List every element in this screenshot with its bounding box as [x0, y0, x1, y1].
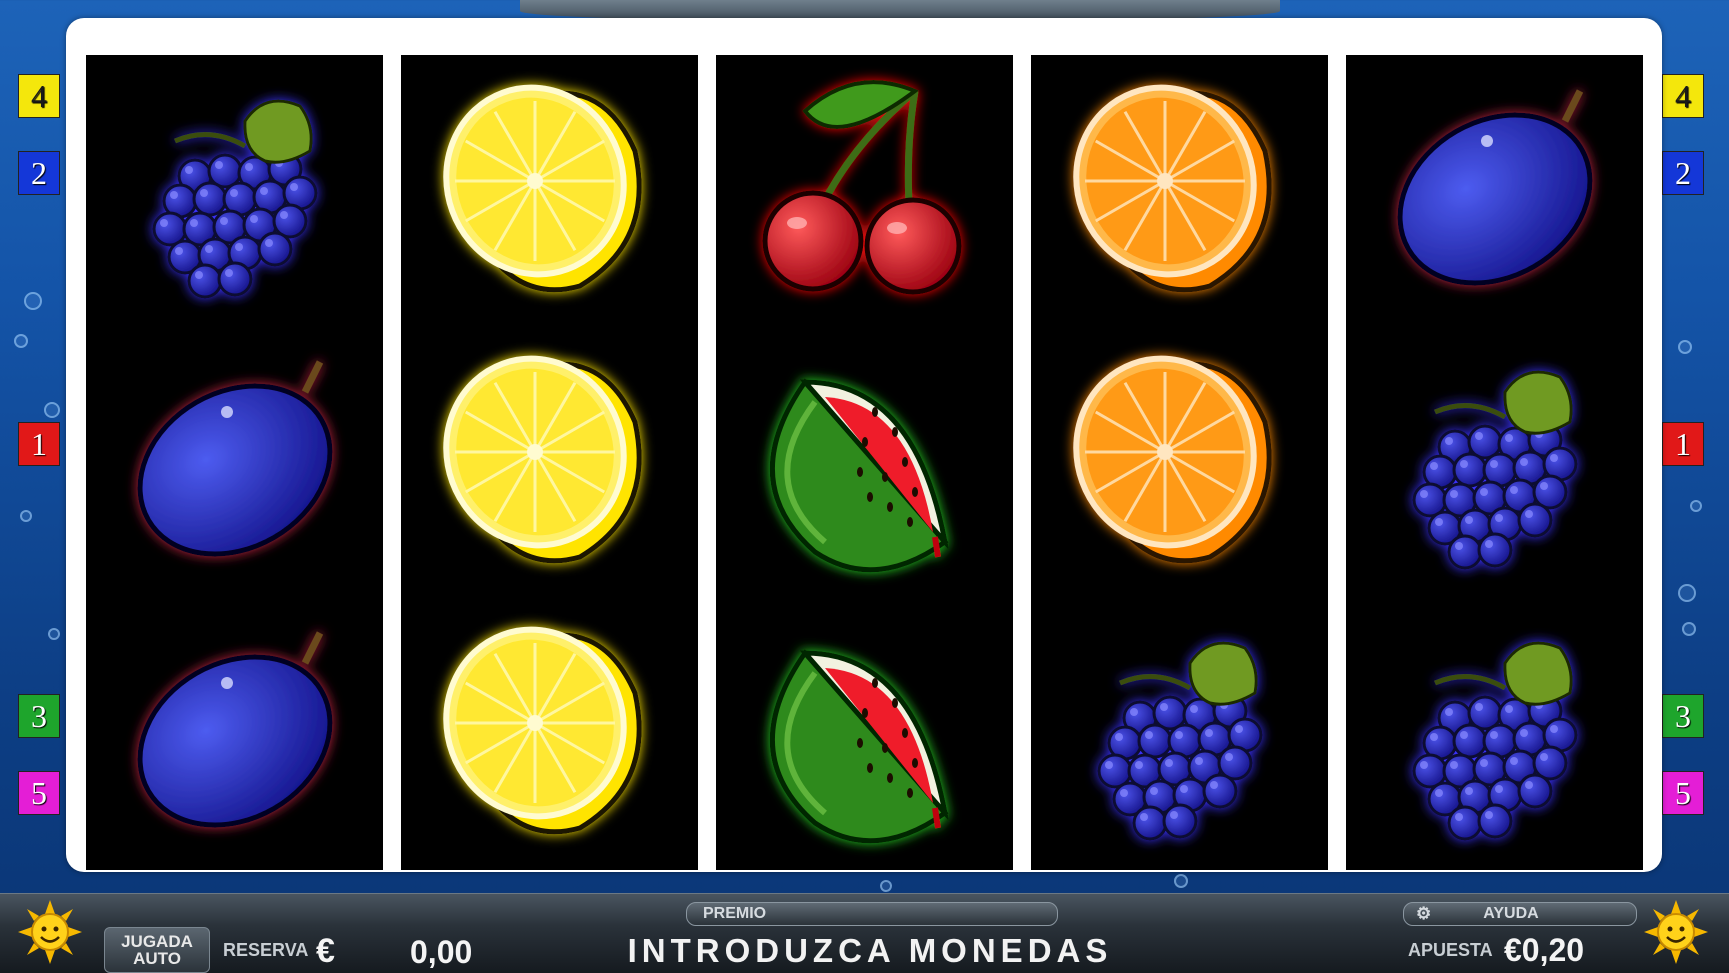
- lemon-symbol-icon: [442, 84, 642, 292]
- reel-5-row-2: [1346, 326, 1643, 597]
- reel-1-row-1: [86, 55, 383, 326]
- reel-frame: [66, 18, 1662, 872]
- reel-2-row-2: [401, 326, 698, 597]
- reserve-label: RESERVA: [223, 940, 309, 960]
- auto-play-label-line2: AUTO: [133, 949, 181, 968]
- reel-3: [716, 55, 1013, 870]
- payline-indicator-left[interactable]: 3: [18, 694, 60, 738]
- payline-indicator-right[interactable]: 1: [1662, 422, 1704, 466]
- payline-indicator-left[interactable]: 1: [18, 422, 60, 466]
- payline-indicator-left[interactable]: 2: [18, 151, 60, 195]
- reel-2-row-1: [401, 55, 698, 326]
- premio-label: PREMIO: [703, 905, 767, 922]
- payline-indicator-left[interactable]: 4: [18, 74, 60, 118]
- help-button[interactable]: ⚙ AYUDA: [1403, 902, 1637, 926]
- bubble: [1682, 622, 1696, 636]
- premio-display: PREMIO: [686, 902, 1058, 926]
- orange-symbol-icon: [1072, 355, 1272, 563]
- reel-2: [401, 55, 698, 870]
- reel-1-row-3: [86, 597, 383, 868]
- auto-play-label-line1: JUGADA: [121, 932, 193, 951]
- payline-indicator-right[interactable]: 2: [1662, 151, 1704, 195]
- reel-5: [1346, 55, 1643, 870]
- bet-value[interactable]: €0,20: [1504, 932, 1584, 969]
- grapes-symbol-icon: [1412, 641, 1577, 840]
- lemon-symbol-icon: [442, 626, 642, 834]
- reserve-currency: €: [316, 932, 335, 970]
- payline-indicator-right[interactable]: 3: [1662, 694, 1704, 738]
- reel-4-row-3: [1031, 597, 1328, 868]
- watermelon-symbol-icon: [769, 377, 949, 572]
- plum-symbol-icon: [137, 630, 332, 828]
- payline-indicator-right[interactable]: 5: [1662, 771, 1704, 815]
- watermelon-symbol-icon: [769, 648, 949, 843]
- reel-1: [86, 55, 383, 870]
- bubble: [1678, 340, 1692, 354]
- bubble: [48, 628, 60, 640]
- reel-4-row-1: [1031, 55, 1328, 326]
- reel-5-row-3: [1346, 597, 1643, 868]
- plum-symbol-icon: [1397, 88, 1592, 286]
- reel-3-row-3: [716, 597, 1013, 868]
- sun-logo-icon: [18, 900, 82, 964]
- reel-3-row-2: [716, 326, 1013, 597]
- gear-icon: ⚙: [1416, 904, 1432, 923]
- reel-1-row-2: [86, 326, 383, 597]
- bubble: [880, 880, 892, 892]
- bubble: [20, 510, 32, 522]
- bubble: [14, 334, 28, 348]
- help-label: AYUDA: [1483, 905, 1539, 922]
- bet-label: APUESTA: [1408, 940, 1493, 960]
- bubble: [24, 292, 42, 310]
- reel-2-row-3: [401, 597, 698, 868]
- reel-4: [1031, 55, 1328, 870]
- plum-symbol-icon: [137, 359, 332, 557]
- reserve-value: 0,00: [410, 934, 473, 970]
- grapes-symbol-icon: [152, 99, 317, 298]
- orange-symbol-icon: [1072, 84, 1272, 292]
- payline-indicator-right[interactable]: 4: [1662, 74, 1704, 118]
- bubble: [1678, 584, 1696, 602]
- status-message: INTRODUZCA MONEDAS: [627, 932, 1113, 969]
- reel-4-row-2: [1031, 326, 1328, 597]
- auto-play-button[interactable]: JUGADA AUTO: [104, 927, 210, 973]
- reel-5-row-1: [1346, 55, 1643, 326]
- payline-indicator-left[interactable]: 5: [18, 771, 60, 815]
- lemon-symbol-icon: [442, 355, 642, 563]
- bubble: [44, 402, 60, 418]
- grapes-symbol-icon: [1412, 370, 1577, 569]
- cherry-symbol-icon: [762, 79, 961, 294]
- grapes-symbol-icon: [1097, 641, 1262, 840]
- bubble: [1174, 874, 1188, 888]
- bubble: [1690, 500, 1702, 512]
- reel-3-row-1: [716, 55, 1013, 326]
- sun-logo-icon: [1644, 900, 1708, 964]
